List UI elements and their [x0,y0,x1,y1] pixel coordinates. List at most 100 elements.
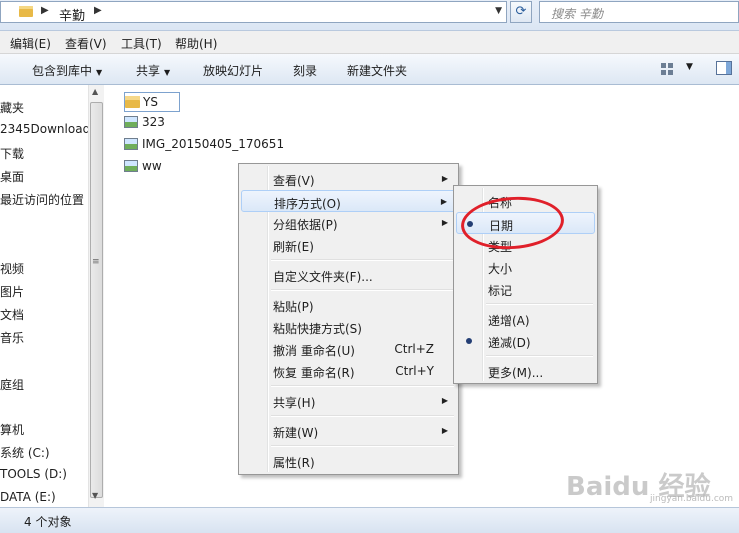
include-in-library-label: 包含到库中 [32,64,93,78]
scrollbar-thumb[interactable] [90,102,103,498]
menu-item-undo-rename[interactable]: 撤消 重命名(U) Ctrl+Z [241,338,456,360]
nav-item-drive-d[interactable]: TOOLS (D:) [0,467,67,481]
menu-item-label: 粘贴(P) [273,300,314,314]
menu-item-redo-rename[interactable]: 恢复 重命名(R) Ctrl+Y [241,360,456,382]
submenu-arrow-icon: ▶ [440,197,447,206]
breadcrumb-separator-icon[interactable]: ▶ [94,5,102,16]
nav-item-documents[interactable]: 文档 [0,306,24,323]
menu-item-group-by[interactable]: 分组依据(P) ▶ [241,212,456,234]
menu-separator [271,385,454,387]
menu-shortcut: Ctrl+Z [394,342,434,356]
breadcrumb-separator-icon[interactable]: ▶ [41,5,49,16]
menu-item-paste-shortcut[interactable]: 粘贴快捷方式(S) [241,316,456,338]
refresh-button[interactable]: ⟳ [510,1,532,23]
menu-item-label: 递减(D) [488,336,531,350]
menu-item-label: 撤消 重命名(U) [273,344,355,358]
menu-separator [271,289,454,291]
nav-scrollbar[interactable]: ▲ ≡ ▼ [88,85,104,507]
share-button[interactable]: 共享 ▼ [136,62,170,79]
sort-option-more[interactable]: 更多(M)... [456,360,595,382]
file-item-folder[interactable]: YS [124,92,180,112]
slideshow-button[interactable]: 放映幻灯片 [203,62,263,79]
nav-item-computer[interactable]: 算机 [0,421,24,438]
nav-item-homegroup[interactable]: 庭组 [0,376,24,393]
baidu-watermark-logo: Baidu 经验 jingyan.baidu.com [566,460,736,504]
new-folder-button[interactable]: 新建文件夹 [347,62,407,79]
change-view-button[interactable]: ▼ [661,61,701,77]
sort-option-descending[interactable]: 递减(D) [456,330,595,352]
preview-pane-icon[interactable] [716,61,732,75]
nav-item-favorites[interactable]: 藏夹 [0,99,24,116]
breadcrumb-folder[interactable]: 辛勤 [59,5,85,24]
nav-item-videos[interactable]: 视频 [0,260,24,277]
address-bar-row: ▶ 辛勤 ▶ ▼ ⟳ 搜索 辛勤 [0,0,739,31]
search-placeholder[interactable]: 搜索 辛勤 [551,5,603,22]
menu-item-label: 自定义文件夹(F)... [273,270,373,284]
search-box[interactable]: 搜索 辛勤 [539,1,739,23]
menu-item-share[interactable]: 共享(H) ▶ [241,390,456,412]
nav-item-pictures[interactable]: 图片 [0,283,24,300]
image-file-icon [124,138,138,150]
submenu-arrow-icon: ▶ [441,174,448,183]
command-toolbar: 包含到库中 ▼ 共享 ▼ 放映幻灯片 刻录 新建文件夹 ▼ [0,54,739,85]
menu-shortcut: Ctrl+Y [395,364,434,378]
view-grid-icon [661,63,673,75]
menu-item-customize-folder[interactable]: 自定义文件夹(F)... [241,264,456,286]
address-dropdown-icon[interactable]: ▼ [495,6,502,16]
nav-item-2345downloads[interactable]: 2345Downloads [0,122,96,136]
menu-item-label: 大小 [488,262,513,276]
share-label: 共享 [136,64,161,78]
image-file-icon [124,116,138,128]
scroll-up-icon[interactable]: ▲ [92,87,98,96]
nav-item-drive-c[interactable]: 系统 (C:) [0,444,50,461]
menu-item-label: 刷新(E) [273,240,314,254]
nav-item-drive-e[interactable]: DATA (E:) [0,490,56,504]
menu-edit[interactable]: 编辑(E) [10,35,51,52]
menu-item-label: 标记 [488,284,513,298]
file-name: IMG_20150405_170651 [142,137,285,151]
menu-item-label: 新建(W) [273,426,319,440]
menu-item-label: 粘贴快捷方式(S) [273,322,362,336]
folder-icon [125,96,140,108]
nav-item-desktop[interactable]: 桌面 [0,168,24,185]
menu-item-new[interactable]: 新建(W) ▶ [241,420,456,442]
menu-tools[interactable]: 工具(T) [121,35,162,52]
context-menu: 查看(V) ▶ 排序方式(O) ▶ 分组依据(P) ▶ 刷新(E) 自定义文件夹(F)… [238,163,459,475]
menu-help[interactable]: 帮助(H) [175,35,217,52]
radio-selected-icon [466,338,472,344]
watermark-url: jingyan.baidu.com [650,494,734,504]
menu-item-label: 排序方式(O) [274,197,341,211]
menu-view[interactable]: 查看(V) [65,35,107,52]
nav-item-music[interactable]: 音乐 [0,329,24,346]
menu-item-sort-by[interactable]: 排序方式(O) ▶ [241,190,456,212]
menu-item-paste[interactable]: 粘贴(P) [241,294,456,316]
menu-bar: 编辑(E) 查看(V) 工具(T) 帮助(H) [0,31,739,54]
item-count: 4 个对象 [24,515,72,529]
sort-option-size[interactable]: 大小 [456,256,595,278]
address-field[interactable]: ▶ 辛勤 ▶ ▼ [0,1,507,24]
menu-item-label: 恢复 重命名(R) [273,366,355,380]
scroll-down-icon[interactable]: ▼ [92,491,98,500]
folder-icon [19,6,33,17]
dropdown-arrow-icon: ▼ [96,68,103,77]
burn-button[interactable]: 刻录 [293,62,317,79]
nav-item-downloads[interactable]: 下载 [0,145,24,162]
nav-item-recent-places[interactable]: 最近访问的位置 [0,191,84,208]
scroll-grip-icon: ≡ [92,257,100,267]
file-name: YS [143,95,158,109]
sort-option-tags[interactable]: 标记 [456,278,595,300]
submenu-arrow-icon: ▶ [441,396,448,405]
include-in-library-button[interactable]: 包含到库中 ▼ [32,62,102,79]
dropdown-arrow-icon: ▼ [164,68,171,77]
menu-item-properties[interactable]: 属性(R) [241,450,456,472]
file-name: 323 [142,115,165,129]
menu-separator [271,445,454,447]
sort-option-ascending[interactable]: 递增(A) [456,308,595,330]
navigation-pane: 藏夹 2345Downloads 下载 桌面 最近访问的位置 视频 图片 文档 … [0,85,96,507]
submenu-arrow-icon: ▶ [441,426,448,435]
menu-item-label: 递增(A) [488,314,530,328]
menu-item-refresh[interactable]: 刷新(E) [241,234,456,256]
menu-item-view[interactable]: 查看(V) ▶ [241,168,456,190]
menu-item-label: 分组依据(P) [273,218,338,232]
image-file-icon [124,160,138,172]
